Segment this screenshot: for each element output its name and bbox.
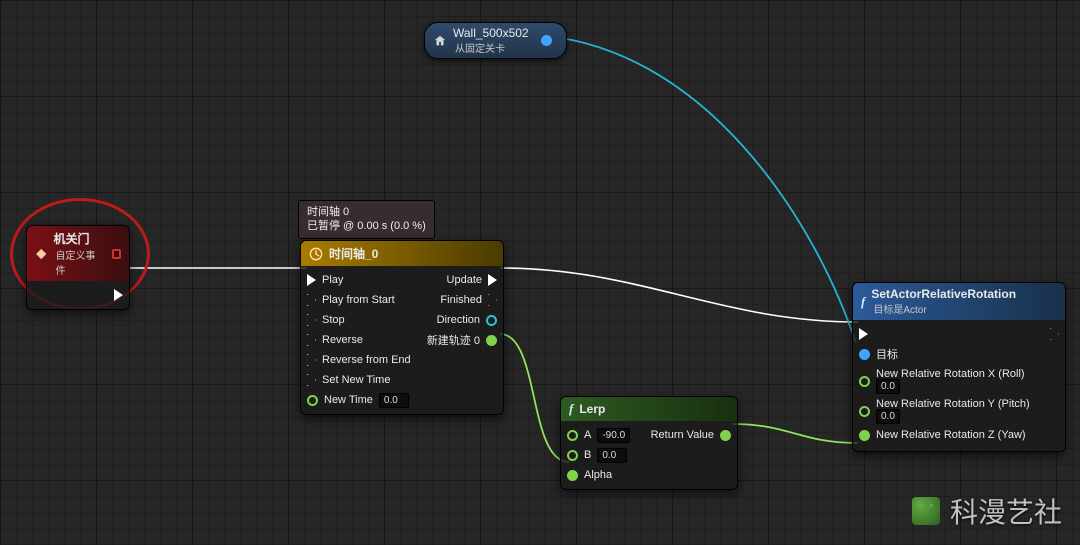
lerp-a-pin[interactable] [567, 430, 578, 441]
function-icon: f [569, 401, 573, 417]
timeline-direction-pin[interactable] [486, 315, 497, 326]
lerp-b-pin[interactable] [567, 450, 578, 461]
custom-event-subtitle: 自定义事件 [53, 247, 99, 277]
timeline-reverseend-label: Reverse from End [322, 354, 411, 366]
setrot-target-label: 目标 [876, 346, 898, 362]
custom-event-header: 机关门 自定义事件 [27, 226, 129, 281]
home-icon [433, 34, 447, 48]
setrot-subtitle: 目标是Actor [871, 301, 1016, 316]
setrot-header: f SetActorRelativeRotation 目标是Actor [853, 283, 1065, 320]
graph-wires [0, 0, 1080, 545]
timeline-update-pin[interactable] [488, 274, 497, 286]
setrot-yaw-pin[interactable] [859, 430, 870, 441]
lerp-a-input[interactable]: -90.0 [597, 428, 630, 443]
timeline-finished-pin[interactable] [488, 294, 497, 306]
setrot-exec-in[interactable] [859, 328, 868, 340]
timeline-newtime-label: New Time [324, 394, 373, 406]
timeline-track0-label: 新建轨迹 0 [427, 332, 480, 348]
actor-reference-subtitle: 从固定关卡 [453, 40, 529, 55]
actor-reference-title: Wall_500x502 [453, 26, 529, 40]
timeline-finished-label: Finished [440, 294, 482, 306]
function-icon: f [861, 294, 865, 310]
timeline-node[interactable]: 时间轴_0 Play Update Play from Start Finish… [300, 240, 504, 415]
lerp-alpha-label: Alpha [584, 469, 612, 481]
timeline-tooltip-line1: 时间轴 0 [307, 205, 426, 219]
watermark-text: 科漫艺社 [950, 491, 1062, 531]
wechat-icon [912, 497, 940, 525]
timeline-stop-pin[interactable] [307, 314, 316, 326]
timeline-tooltip-line2: 已暂停 @ 0.00 s (0.0 %) [307, 219, 426, 233]
setrot-target-pin[interactable] [859, 349, 870, 360]
timeline-reverseend-pin[interactable] [307, 354, 316, 366]
timeline-play-pin[interactable] [307, 274, 316, 286]
setrot-pitch-input[interactable]: 0.0 [876, 409, 900, 424]
timeline-setnewtime-pin[interactable] [307, 374, 316, 386]
setrot-node[interactable]: f SetActorRelativeRotation 目标是Actor 目标 N… [852, 282, 1066, 452]
setrot-yaw-label: New Relative Rotation Z (Yaw) [876, 429, 1026, 441]
timeline-newtime-pin[interactable] [307, 395, 318, 406]
clock-icon [309, 247, 323, 261]
lerp-b-label: B [584, 449, 591, 461]
timeline-playfromstart-pin[interactable] [307, 294, 316, 306]
lerp-title: Lerp [579, 402, 605, 416]
custom-event-title: 机关门 [53, 230, 99, 247]
timeline-playfromstart-label: Play from Start [322, 294, 395, 306]
lerp-node[interactable]: f Lerp A -90.0 Return Value B 0.0 Alpha [560, 396, 738, 490]
timeline-reverse-label: Reverse [322, 334, 363, 346]
lerp-alpha-pin[interactable] [567, 470, 578, 481]
timeline-play-label: Play [322, 274, 343, 286]
timeline-newtime-input[interactable]: 0.0 [379, 393, 409, 408]
setrot-pitch-pin[interactable] [859, 406, 870, 417]
custom-event-exec-out[interactable] [114, 289, 123, 301]
setrot-exec-out[interactable] [1050, 328, 1059, 340]
timeline-title: 时间轴_0 [329, 245, 378, 262]
lerp-b-input[interactable]: 0.0 [597, 448, 627, 463]
setrot-pitch-label: New Relative Rotation Y (Pitch) [876, 398, 1030, 410]
setrot-roll-pin[interactable] [859, 376, 870, 387]
custom-event-node[interactable]: 机关门 自定义事件 [26, 225, 130, 310]
lerp-header: f Lerp [561, 397, 737, 421]
timeline-track0-pin[interactable] [486, 335, 497, 346]
setrot-title: SetActorRelativeRotation [871, 287, 1016, 301]
timeline-tooltip: 时间轴 0 已暂停 @ 0.00 s (0.0 %) [298, 200, 435, 239]
event-diamond-icon [35, 247, 47, 261]
delegate-pin-icon[interactable] [112, 249, 121, 259]
timeline-direction-label: Direction [437, 314, 480, 326]
timeline-stop-label: Stop [322, 314, 345, 326]
timeline-header: 时间轴_0 [301, 241, 503, 266]
actor-reference-output-pin[interactable] [541, 35, 552, 46]
timeline-setnewtime-label: Set New Time [322, 374, 390, 386]
lerp-return-pin[interactable] [720, 430, 731, 441]
watermark: 科漫艺社 [912, 491, 1062, 531]
timeline-reverse-pin[interactable] [307, 334, 316, 346]
lerp-return-label: Return Value [651, 429, 714, 441]
timeline-update-label: Update [447, 274, 482, 286]
lerp-a-label: A [584, 429, 591, 441]
actor-reference-pill[interactable]: Wall_500x502 从固定关卡 [424, 22, 567, 59]
setrot-roll-input[interactable]: 0.0 [876, 379, 900, 394]
